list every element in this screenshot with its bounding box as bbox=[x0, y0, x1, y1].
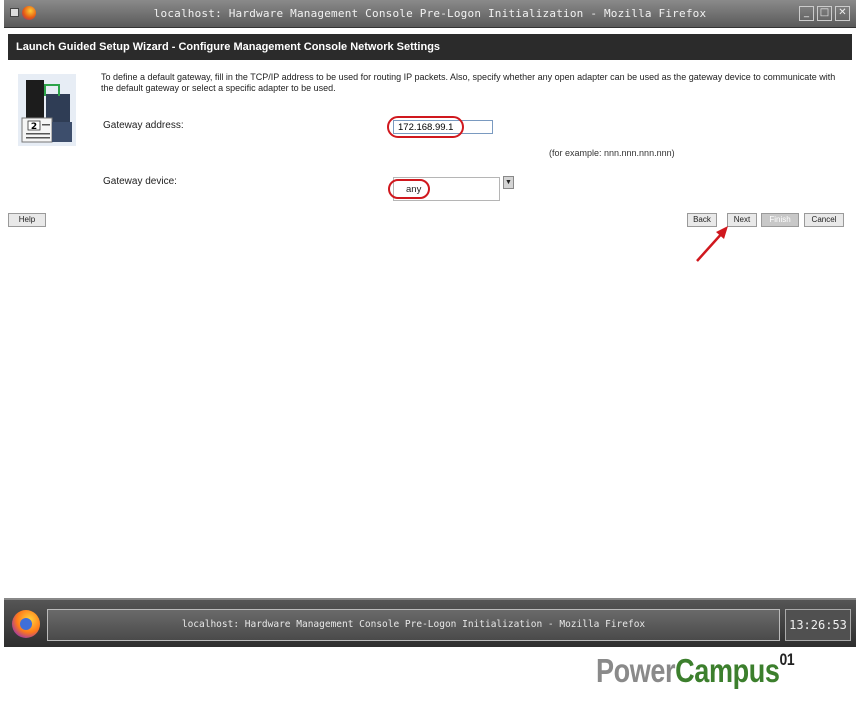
gateway-address-input[interactable] bbox=[393, 120, 493, 134]
taskbar: localhost: Hardware Management Console P… bbox=[4, 598, 856, 647]
chevron-down-icon[interactable]: ▼ bbox=[503, 176, 514, 189]
finish-button[interactable]: Finish bbox=[761, 213, 799, 227]
browser-title-bar[interactable]: localhost: Hardware Management Console P… bbox=[4, 0, 856, 28]
cancel-button[interactable]: Cancel bbox=[804, 213, 844, 227]
taskbar-clock: 13:26:53 bbox=[785, 609, 851, 641]
icon-step-number: 2 bbox=[31, 122, 37, 132]
red-arrow-icon bbox=[696, 226, 728, 262]
wizard-description: To define a default gateway, fill in the… bbox=[101, 72, 836, 93]
gateway-device-value: any bbox=[406, 184, 422, 195]
gateway-device-label: Gateway device: bbox=[103, 176, 177, 187]
gateway-address-example: (for example: nnn.nnn.nnn.nnn) bbox=[549, 148, 675, 158]
desktop-screen: localhost: Hardware Management Console P… bbox=[4, 0, 856, 645]
wizard-header: Launch Guided Setup Wizard - Configure M… bbox=[8, 34, 852, 60]
gateway-address-label: Gateway address: bbox=[103, 120, 184, 131]
close-icon[interactable]: ✕ bbox=[835, 6, 850, 21]
window-title: localhost: Hardware Management Console P… bbox=[153, 7, 707, 20]
help-button[interactable]: Help bbox=[8, 213, 46, 227]
watermark-part1: Power bbox=[596, 652, 676, 689]
taskbar-window-title: localhost: Hardware Management Console P… bbox=[181, 619, 646, 630]
watermark-part2: Campus bbox=[675, 652, 780, 689]
watermark-suffix: 01 bbox=[779, 650, 795, 669]
taskbar-window-item[interactable]: localhost: Hardware Management Console P… bbox=[47, 609, 780, 641]
network-settings-icon: 2 bbox=[18, 74, 76, 146]
gateway-device-select[interactable]: any bbox=[393, 177, 500, 201]
maximize-icon[interactable]: □ bbox=[817, 6, 832, 21]
window-controls: _ □ ✕ bbox=[799, 6, 850, 21]
firefox-launcher-icon[interactable] bbox=[12, 610, 40, 638]
watermark-logo: PowerCampus01 bbox=[596, 650, 795, 690]
minimize-icon[interactable]: _ bbox=[799, 6, 814, 21]
